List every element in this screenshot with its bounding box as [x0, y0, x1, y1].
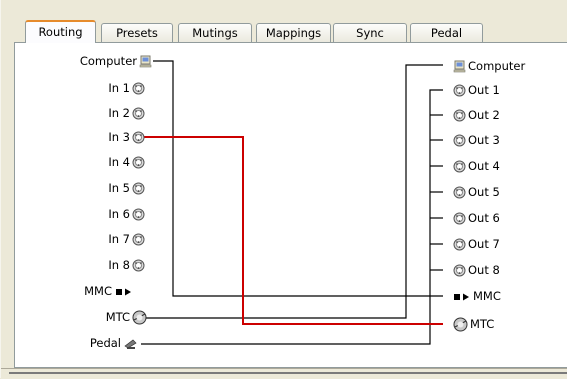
output-label: MTC — [470, 317, 495, 331]
midi-port-icon — [132, 208, 145, 221]
input-in2[interactable]: In 2 — [108, 105, 145, 121]
tab-sync[interactable]: Sync — [333, 23, 407, 42]
midi-port-icon — [453, 160, 466, 173]
output-mmc[interactable]: MMC — [453, 288, 501, 304]
routing-window: Routing Presets Mutings Mappings Sync Pe… — [0, 0, 567, 379]
output-computer[interactable]: Computer — [453, 58, 525, 74]
computer-icon — [139, 55, 152, 68]
input-label: In 1 — [108, 81, 130, 95]
input-in5[interactable]: In 5 — [108, 180, 145, 196]
output-label: Out 3 — [468, 133, 500, 147]
output-out4[interactable]: Out 4 — [453, 158, 500, 174]
window-bottom-edge — [1, 368, 567, 379]
input-label: In 6 — [108, 207, 130, 221]
output-label: Out 2 — [468, 108, 500, 122]
mmc-transport-icon — [453, 290, 471, 303]
output-label: MMC — [473, 289, 501, 303]
input-label: MTC — [105, 310, 130, 324]
input-label: In 3 — [108, 130, 130, 144]
input-computer[interactable]: Computer — [80, 53, 152, 69]
midi-port-icon — [453, 134, 466, 147]
midi-port-icon — [453, 109, 466, 122]
input-in4[interactable]: In 4 — [108, 154, 145, 170]
input-in6[interactable]: In 6 — [108, 206, 145, 222]
output-out7[interactable]: Out 7 — [453, 236, 500, 252]
input-label: In 7 — [108, 232, 130, 246]
input-mtc[interactable]: MTC — [106, 309, 147, 325]
midi-port-icon — [132, 259, 145, 272]
output-out2[interactable]: Out 2 — [453, 107, 500, 123]
midi-port-icon — [132, 182, 145, 195]
output-out8[interactable]: Out 8 — [453, 262, 500, 278]
input-mmc[interactable]: MMC — [84, 283, 133, 299]
output-out5[interactable]: Out 5 — [453, 184, 500, 200]
mtc-clock-icon — [132, 310, 147, 325]
midi-port-icon — [453, 186, 466, 199]
output-label: Out 1 — [468, 83, 500, 97]
input-in3[interactable]: In 3 — [108, 129, 145, 145]
midi-port-icon — [132, 233, 145, 246]
midi-port-icon — [453, 84, 466, 97]
output-label: Out 6 — [468, 211, 500, 225]
midi-port-icon — [132, 82, 145, 95]
midi-port-icon — [453, 264, 466, 277]
tab-pedal[interactable]: Pedal — [410, 23, 483, 42]
output-label: Out 7 — [468, 237, 500, 251]
input-label: Pedal — [89, 336, 121, 350]
output-label: Out 8 — [468, 263, 500, 277]
input-in7[interactable]: In 7 — [108, 231, 145, 247]
output-out3[interactable]: Out 3 — [453, 132, 500, 148]
output-label: Out 5 — [468, 185, 500, 199]
input-label: Computer — [79, 54, 137, 68]
input-in8[interactable]: In 8 — [108, 257, 145, 273]
pedal-icon — [124, 337, 137, 350]
input-in1[interactable]: In 1 — [108, 80, 145, 96]
mmc-transport-icon — [115, 285, 133, 298]
tab-routing[interactable]: Routing — [25, 20, 96, 43]
tab-mappings[interactable]: Mappings — [256, 23, 331, 42]
midi-port-icon — [132, 156, 145, 169]
midi-port-icon — [132, 131, 145, 144]
midi-port-icon — [453, 238, 466, 251]
input-label: MMC — [84, 284, 112, 298]
input-label: In 2 — [108, 106, 130, 120]
output-mtc[interactable]: MTC — [453, 316, 494, 332]
tab-presets[interactable]: Presets — [101, 23, 173, 42]
computer-icon — [453, 60, 466, 73]
output-out6[interactable]: Out 6 — [453, 210, 500, 226]
midi-port-icon — [453, 212, 466, 225]
input-pedal[interactable]: Pedal — [90, 335, 137, 351]
input-label: In 8 — [108, 258, 130, 272]
tab-mutings[interactable]: Mutings — [178, 23, 252, 42]
input-label: In 5 — [108, 181, 130, 195]
output-label: Out 4 — [468, 159, 500, 173]
output-out1[interactable]: Out 1 — [453, 82, 500, 98]
mtc-clock-icon — [453, 317, 468, 332]
midi-port-icon — [132, 107, 145, 120]
output-label: Computer — [468, 59, 526, 73]
input-label: In 4 — [108, 155, 130, 169]
